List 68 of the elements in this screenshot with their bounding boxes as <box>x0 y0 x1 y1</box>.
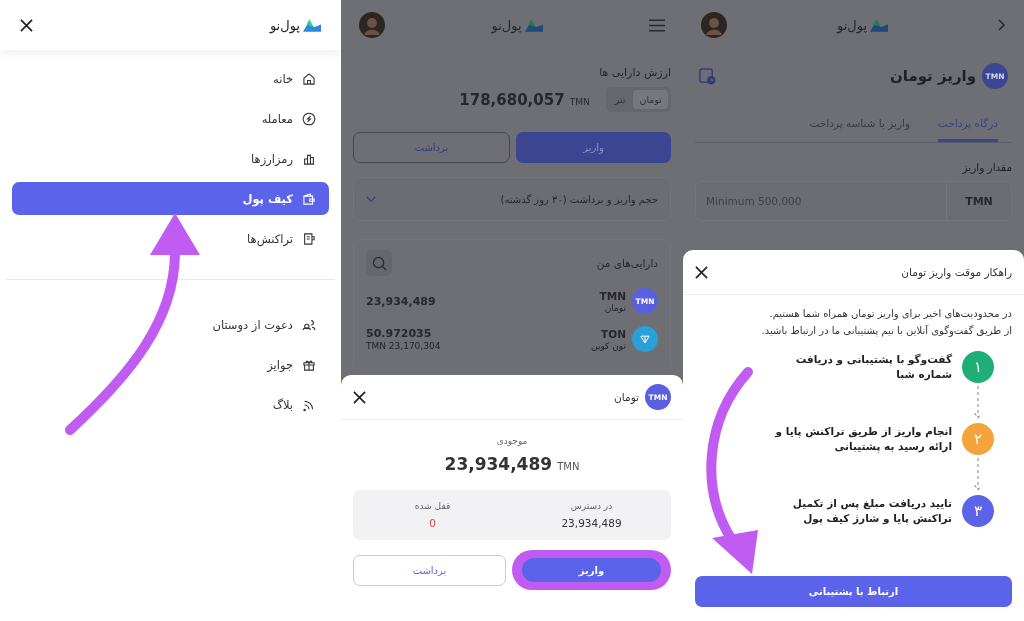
logo-text: پول‌نو <box>269 17 300 33</box>
locked-label: قفل شده <box>414 501 451 511</box>
logo-text: پول‌نو <box>836 17 868 33</box>
history-icon[interactable] <box>699 67 716 85</box>
field-label: مقدار واریز <box>961 161 1012 173</box>
connector-arrow <box>973 385 983 421</box>
avatar-icon[interactable] <box>701 12 727 38</box>
step-number: ۱ <box>962 351 994 383</box>
step-number: ۳ <box>962 495 994 527</box>
available-value: 23,934,489 <box>561 517 622 529</box>
logo-text: پول‌نو <box>491 17 522 33</box>
diamond-icon <box>640 334 650 344</box>
step-text: تایید دریافت مبلغ پس از تکمیل تراکنش پایا و شارژ کیف پول <box>791 496 952 526</box>
asset-amount: 50.972035 <box>366 327 432 340</box>
volume-label: حجم واریز و برداشت (۳۰ روز گذشته) <box>500 193 658 205</box>
intro-text: از طریق گفت‌وگوی آنلاین با تیم پشتیبانی ما در ارتباط باشید. <box>760 324 1012 338</box>
close-icon[interactable] <box>353 390 366 404</box>
menu-item[interactable]: معامله <box>12 102 329 135</box>
withdraw-button[interactable]: برداشت <box>353 554 506 586</box>
asset-amount: 23,934,489 <box>366 294 436 308</box>
volume-panel[interactable]: حجم واریز و برداشت (۳۰ روز گذشته) <box>353 177 671 221</box>
asset-value: TMN 23,170,304 <box>366 341 441 351</box>
avatar-icon[interactable] <box>359 12 385 38</box>
chevron-right-icon[interactable] <box>998 19 1006 31</box>
logo-icon <box>870 18 889 32</box>
search-icon <box>371 255 387 271</box>
menu-item[interactable]: دعوت از دوستان <box>12 308 329 341</box>
intro-text: در محدودیت‌های اخیر برای واریز تومان همراه شما هستیم. <box>768 307 1012 321</box>
menu-item[interactable]: رمزارزها <box>12 142 329 175</box>
locked-value: 0 <box>429 517 436 529</box>
balance-value: 23,934,489 TMN <box>443 454 581 474</box>
section-title: ارزش دارایی ها <box>598 66 671 79</box>
step-number: ۲ <box>962 423 994 455</box>
menu-item[interactable]: کیف پول <box>12 182 329 215</box>
currency-unit: TMN <box>964 194 994 208</box>
menu-item[interactable]: تراکنش‌ها <box>12 222 329 255</box>
page-title: واریز تومان <box>889 67 976 85</box>
logo-icon <box>303 18 321 32</box>
logo-icon <box>524 18 543 32</box>
support-button[interactable]: ارتباط با پشتیبانی <box>695 576 1012 607</box>
chevron-down-icon <box>366 195 376 203</box>
deposit-button[interactable]: واریز <box>516 132 671 163</box>
close-icon[interactable] <box>20 18 33 32</box>
asset-name: تومان <box>603 302 626 313</box>
asset-symbol: TON <box>600 327 626 340</box>
toggle-option[interactable]: تومان <box>633 90 668 109</box>
menu-item[interactable]: جوایز <box>12 348 329 381</box>
home-icon <box>301 70 317 87</box>
sheet-title: تومان <box>614 391 639 403</box>
menu-icon[interactable] <box>649 18 665 32</box>
sheet-title: راهکار موقت واریز تومان <box>901 266 1012 278</box>
total-value: 178,680,057 TMN <box>459 90 590 109</box>
close-icon[interactable] <box>695 265 708 279</box>
wallet-icon <box>301 190 317 207</box>
menu-item[interactable]: خانه <box>12 62 329 95</box>
asset-symbol: TMN <box>599 289 626 302</box>
step-text: انجام واریز از طریق تراکنش پایا و ارائه رسید به پشتیبانی <box>774 424 952 454</box>
connector-arrow <box>973 457 983 493</box>
step-text: گفت‌وگو با پشتیبانی و دریافت شماره شبا <box>794 352 952 382</box>
coin-icon <box>301 110 317 127</box>
menu-item[interactable]: بلاگ <box>12 388 329 421</box>
balance-label: موجودی <box>495 436 529 446</box>
receipt-icon <box>301 230 317 247</box>
asset-name: تون کوین <box>591 340 626 351</box>
search-button[interactable] <box>366 250 392 276</box>
available-label: در دسترس <box>570 501 613 511</box>
deposit-button[interactable]: واریز <box>522 558 661 582</box>
assets-title: دارایی‌های من <box>596 257 658 269</box>
